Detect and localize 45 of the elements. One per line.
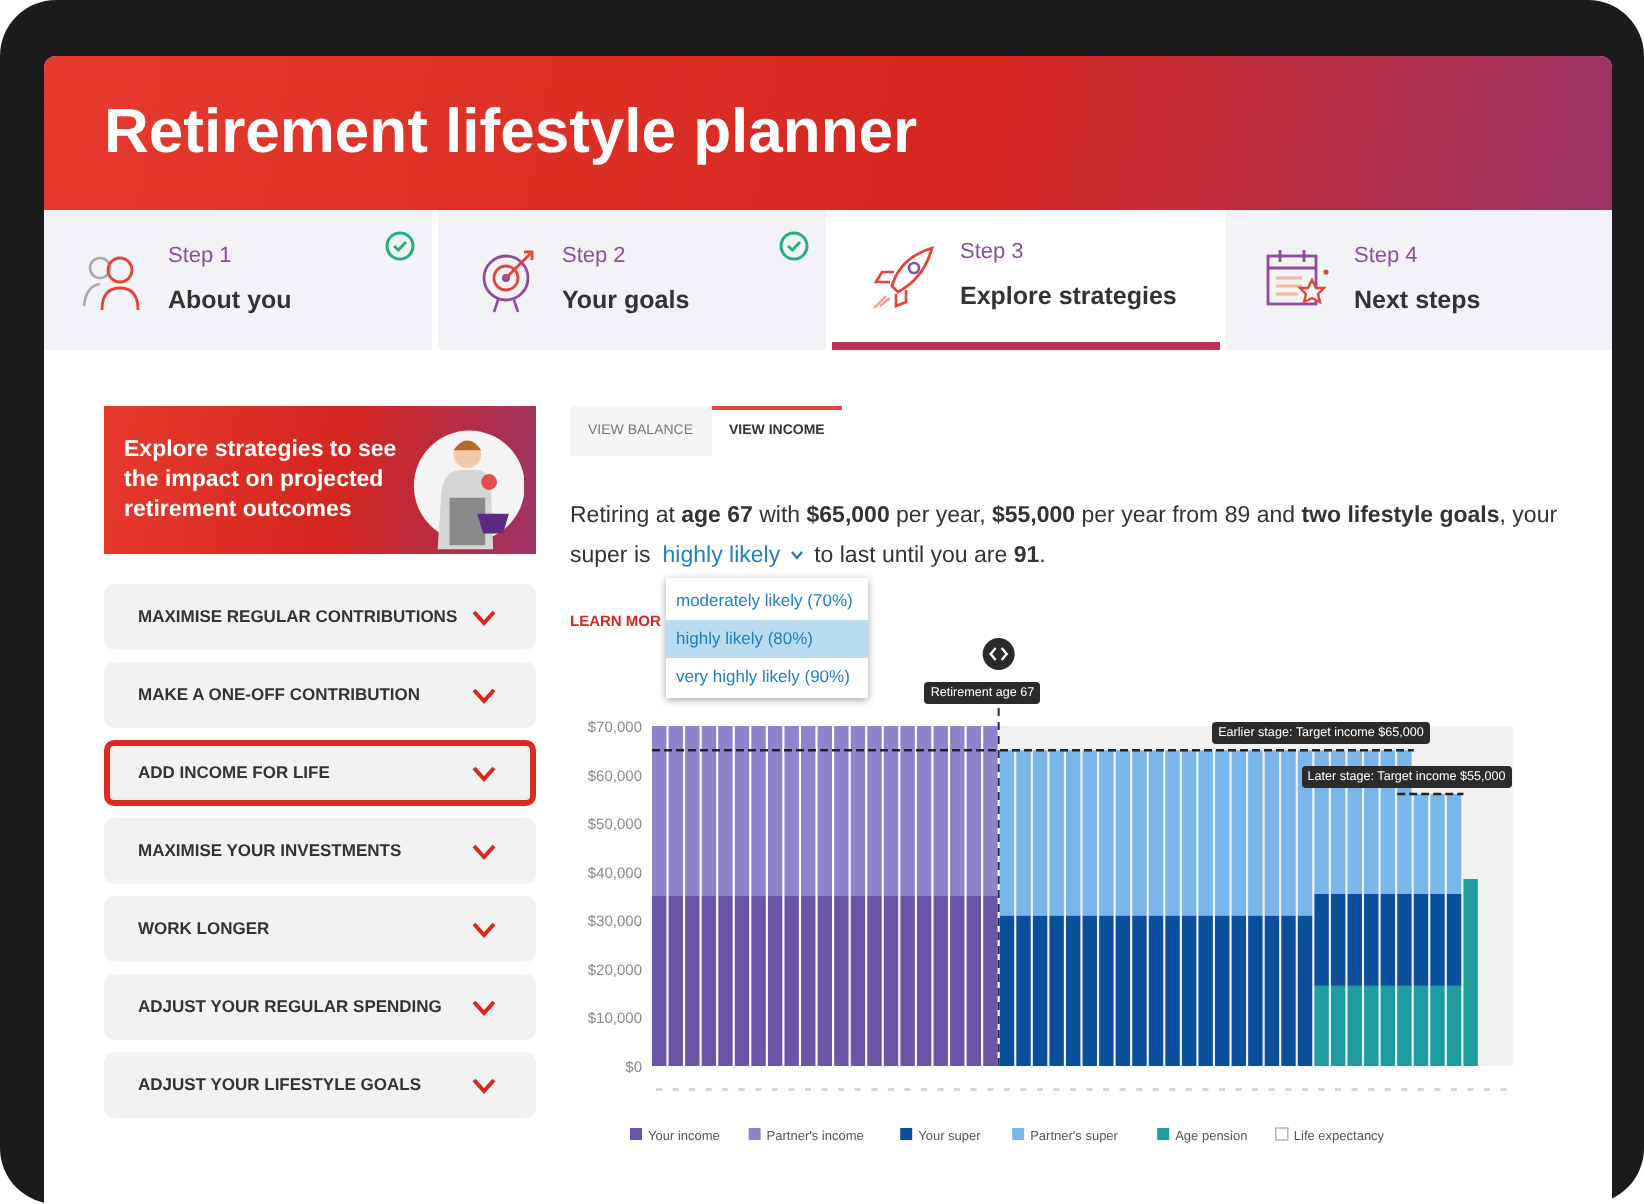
step-label: Step 3 <box>960 238 1026 269</box>
legend-swatch <box>1157 1127 1170 1140</box>
likelihood-dropdown[interactable]: highly likely <box>662 535 805 575</box>
step-title: Explore strategies <box>960 279 1177 314</box>
strategy-accordion[interactable]: MAXIMISE REGULAR CONTRIBUTIONS <box>104 584 536 650</box>
step-label: Step 4 <box>1354 242 1420 273</box>
summary-text: Retiring at age 67 with $65,000 per year, $55,000 per year from 89 and two lifestyle goals, your <box>570 501 1558 531</box>
legend-swatch <box>900 1127 913 1140</box>
target-income-line <box>1397 792 1464 795</box>
chevron-icon <box>472 843 496 859</box>
chevron-icon <box>472 1077 496 1093</box>
strategy-accordion[interactable]: MAKE A ONE-OFF CONTRIBUTION <box>104 662 536 728</box>
summary-text: to last until you are 91. <box>814 541 1046 571</box>
strategy-accordion[interactable]: WORK LONGER <box>104 896 536 962</box>
chevron-icon <box>472 765 496 781</box>
check-icon <box>778 230 810 262</box>
chevron-icon <box>472 609 496 625</box>
likelihood-option[interactable]: moderately likely (70%) <box>666 582 868 620</box>
strategy-accordion[interactable]: ADJUST YOUR LIFESTYLE GOALS <box>104 1052 536 1118</box>
chevron-icon <box>472 999 496 1015</box>
step-tab[interactable]: Step 2 Your goals <box>438 210 826 350</box>
legend-swatch <box>1012 1127 1025 1140</box>
promo-text: Explore strategies to see the impact on projected retirement outcomes <box>124 435 399 525</box>
strategy-accordion[interactable]: ADJUST YOUR REGULAR SPENDING <box>104 974 536 1040</box>
step-title: Next steps <box>1354 283 1481 318</box>
strategy-accordion[interactable]: ADD INCOME FOR LIFE <box>104 740 536 806</box>
rocket-icon <box>868 242 940 310</box>
chevron-icon <box>472 921 496 937</box>
step-label: Step 2 <box>562 242 628 273</box>
likelihood-option[interactable]: very highly likely (90%) <box>666 657 868 695</box>
step-tab[interactable]: Step 1 About you <box>44 210 432 350</box>
step-title: Your goals <box>562 283 690 318</box>
step-title: About you <box>168 283 292 318</box>
chevron-icon <box>472 687 496 703</box>
strategy-accordion[interactable]: MAXIMISE YOUR INVESTMENTS <box>104 818 536 884</box>
step-label: Step 1 <box>168 242 234 273</box>
step-tab[interactable]: Step 4 Next steps <box>1226 210 1612 350</box>
legend-swatch <box>1275 1126 1289 1141</box>
caret-icon <box>790 550 805 560</box>
check-icon <box>384 230 416 262</box>
summary-text: super is <box>570 541 651 571</box>
legend-swatch <box>630 1127 642 1140</box>
drag-handle-icon[interactable] <box>982 637 1015 670</box>
legend-swatch <box>748 1127 761 1140</box>
page-title: Retirement lifestyle planner <box>104 94 918 171</box>
